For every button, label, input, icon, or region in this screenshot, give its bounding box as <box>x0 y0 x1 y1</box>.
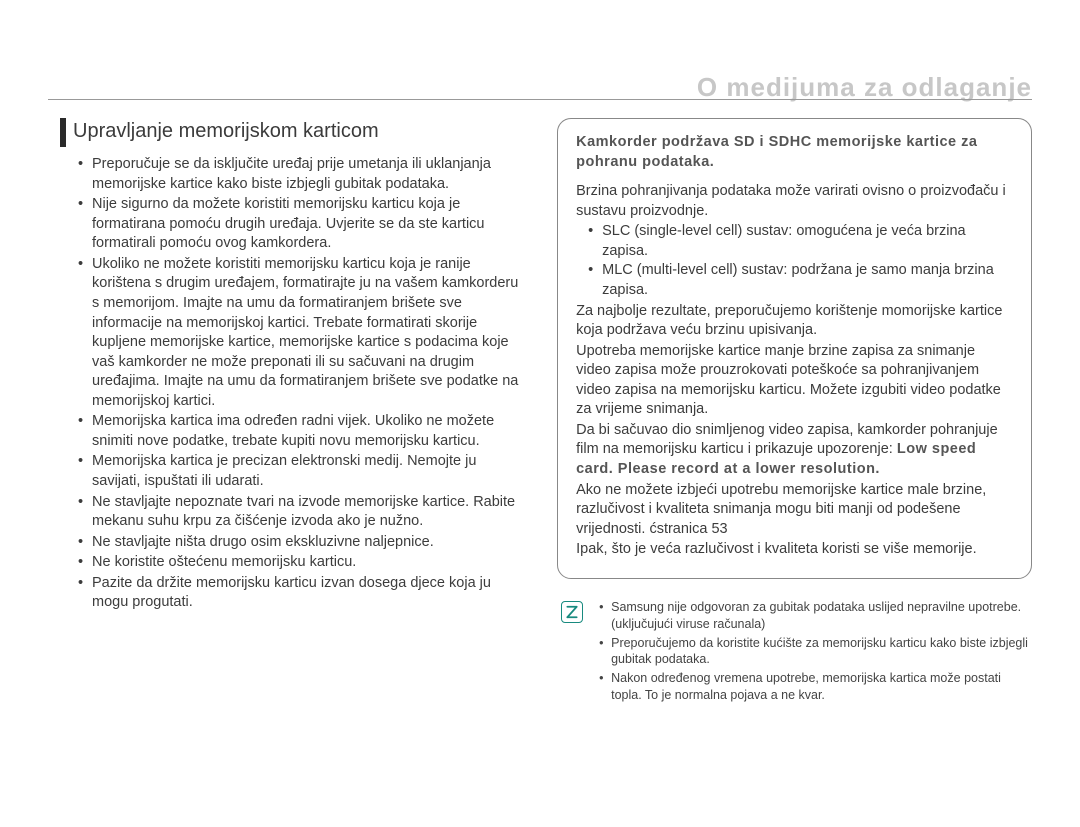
list-item: Preporučujemo da koristite kućište za me… <box>599 635 1032 669</box>
box-paragraph: Ipak, što je veća razlučivost i kvalitet… <box>576 540 1013 560</box>
info-box: Kamkorder podržava SD i SDHC memorijske … <box>557 118 1032 579</box>
note-icon <box>561 601 583 623</box>
list-item: Pazite da držite memorijsku karticu izva… <box>78 574 525 613</box>
list-item: Nije sigurno da možete koristiti memorij… <box>78 195 525 254</box>
section-title: Upravljanje memorijskom karticom <box>73 118 379 147</box>
header-rule <box>48 99 1032 100</box>
list-item: Ne stavljajte ništa drugo osim ekskluziv… <box>78 533 525 553</box>
note-list: Samsung nije odgovoran za gubitak podata… <box>597 599 1032 706</box>
box-title: Kamkorder podržava SD i SDHC memorijske … <box>576 133 1013 172</box>
page-columns: Upravljanje memorijskom karticom Preporu… <box>60 118 1032 706</box>
box-paragraph: Upotreba memorijske kartice manje brzine… <box>576 342 1013 420</box>
list-item: Memorijska kartica ima određen radni vij… <box>78 412 525 451</box>
list-item: MLC (multi-level cell) sustav: podržana … <box>588 261 1013 300</box>
list-item: Ne koristite oštećenu memorijsku karticu… <box>78 553 525 573</box>
list-item: Samsung nije odgovoran za gubitak podata… <box>599 599 1032 633</box>
box-paragraph: Za najbolje rezultate, preporučujemo kor… <box>576 302 1013 341</box>
box-sublist: SLC (single-level cell) sustav: omogućen… <box>576 222 1013 300</box>
section-title-wrap: Upravljanje memorijskom karticom <box>60 118 525 147</box>
left-column: Upravljanje memorijskom karticom Preporu… <box>60 118 535 706</box>
section-bar-icon <box>60 118 66 147</box>
list-item: Ukoliko ne možete koristiti memorijsku k… <box>78 255 525 412</box>
section-bullet-list: Preporučuje se da isključite uređaj prij… <box>60 155 525 613</box>
note-block: Samsung nije odgovoran za gubitak podata… <box>557 599 1032 706</box>
list-item: SLC (single-level cell) sustav: omogućen… <box>588 222 1013 261</box>
box-paragraph: Da bi sačuvao dio snimljenog video zapis… <box>576 421 1013 480</box>
right-column: Kamkorder podržava SD i SDHC memorijske … <box>557 118 1032 706</box>
list-item: Memorijska kartica je precizan elektrons… <box>78 452 525 491</box>
list-item: Ne stavljajte nepoznate tvari na izvode … <box>78 493 525 532</box>
box-paragraph: Ako ne možete izbjeći upotrebu memorijsk… <box>576 481 1013 540</box>
list-item: Preporučuje se da isključite uređaj prij… <box>78 155 525 194</box>
list-item: Nakon određenog vremena upotrebe, memori… <box>599 670 1032 704</box>
box-paragraph: Brzina pohranjivanja podataka može varir… <box>576 182 1013 221</box>
